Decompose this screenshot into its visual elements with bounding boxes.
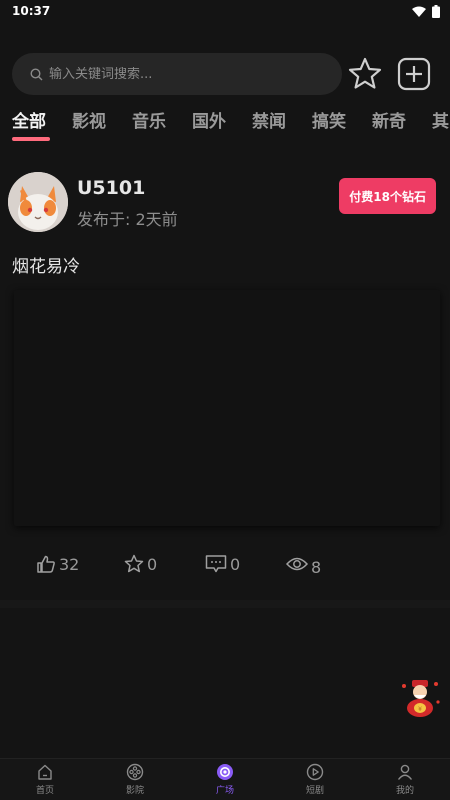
view-count-indicator: 8 [286, 552, 321, 577]
svg-text:¥: ¥ [418, 706, 422, 713]
nav-plaza[interactable]: 广场 [180, 759, 270, 800]
nav-label: 短剧 [305, 786, 324, 796]
star-outline-icon [348, 57, 382, 89]
search-row [12, 53, 442, 95]
tab-label: 影视 [72, 112, 106, 132]
plaza-icon [217, 764, 233, 780]
post-time: 发布于: 2天前 [77, 210, 178, 229]
tab-all[interactable]: 全部 [12, 108, 72, 144]
section-divider [0, 600, 450, 608]
nav-profile[interactable]: 我的 [360, 759, 450, 800]
nav-label: 影院 [125, 786, 144, 796]
favorite-button[interactable]: 0 [124, 554, 157, 574]
status-icons [412, 4, 440, 18]
tab-label: 搞笑 [312, 112, 346, 132]
play-circle-icon [306, 763, 324, 781]
bottom-nav: 首页 影院 广场 短剧 我的 [0, 758, 450, 800]
user-icon [397, 764, 413, 780]
favorites-button[interactable] [346, 55, 384, 93]
tab-foreign[interactable]: 国外 [192, 108, 252, 144]
nav-short-drama[interactable]: 短剧 [270, 759, 360, 800]
comment-button[interactable]: 0 [205, 554, 240, 574]
battery-icon [432, 4, 440, 18]
tab-label: 全部 [12, 112, 46, 132]
film-reel-icon [126, 763, 144, 781]
favorite-count: 0 [147, 554, 158, 574]
nav-home[interactable]: 首页 [0, 759, 90, 800]
tab-funny[interactable]: 搞笑 [312, 108, 372, 144]
tab-other[interactable]: 其 [432, 108, 450, 144]
nav-label: 我的 [395, 786, 414, 796]
home-icon [38, 764, 52, 780]
tab-label: 其 [432, 112, 449, 132]
tab-label: 新奇 [372, 112, 406, 132]
pay-unlock-button[interactable]: 付费18个钻石 [339, 178, 436, 214]
like-button[interactable]: 32 [36, 554, 79, 574]
corgi-avatar-icon [8, 172, 68, 232]
thumbs-up-icon [37, 555, 55, 573]
search-input[interactable] [49, 66, 309, 82]
tab-music[interactable]: 音乐 [132, 108, 192, 144]
add-post-button[interactable] [395, 55, 433, 93]
post-media[interactable] [14, 290, 440, 526]
post-actions: 32 0 0 8 [36, 551, 436, 577]
tab-movies[interactable]: 影视 [72, 108, 132, 144]
avatar[interactable] [8, 172, 68, 232]
nav-label: 广场 [215, 786, 234, 796]
floating-promo-icon[interactable]: ¥ [398, 678, 442, 718]
post-title: 烟花易冷 [12, 257, 80, 277]
status-bar: 10:37 [0, 0, 450, 22]
wifi-icon [412, 6, 426, 17]
username[interactable]: U5101 [77, 177, 145, 199]
status-time: 10:37 [12, 4, 51, 18]
like-count: 32 [59, 554, 80, 574]
comment-count: 0 [230, 554, 241, 574]
nav-label: 首页 [35, 786, 54, 796]
eye-icon [286, 557, 308, 571]
category-tabs: 全部 影视 音乐 国外 禁闻 搞笑 新奇 其 [0, 108, 450, 144]
tab-label: 音乐 [132, 112, 166, 132]
view-count: 8 [311, 557, 322, 577]
add-square-icon [397, 57, 431, 91]
tab-novelty[interactable]: 新奇 [372, 108, 432, 144]
tab-label: 国外 [192, 112, 226, 132]
tab-banned-news[interactable]: 禁闻 [252, 108, 312, 144]
tab-active-indicator [12, 137, 50, 141]
fortune-god-icon: ¥ [402, 680, 440, 717]
star-icon [124, 554, 144, 573]
search-icon [30, 67, 43, 80]
search-box[interactable] [12, 53, 342, 95]
nav-cinema[interactable]: 影院 [90, 759, 180, 800]
post-header: U5101 发布于: 2天前 付费18个钻石 [8, 172, 442, 234]
comment-icon [205, 555, 227, 573]
tab-label: 禁闻 [252, 112, 286, 132]
